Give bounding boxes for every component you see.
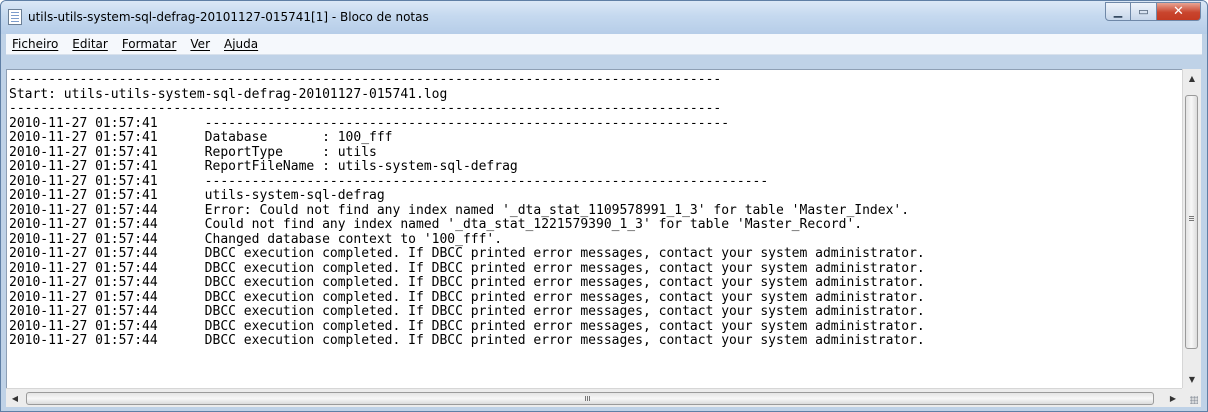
text-line: 2010-11-27 01:57:41 ReportType : utils	[9, 144, 377, 160]
horizontal-grip-icon	[585, 396, 586, 401]
vertical-grip-icon	[1189, 216, 1194, 217]
text-line: 2010-11-27 01:57:41 --------------------…	[9, 115, 730, 131]
text-line: 2010-11-27 01:57:44 DBCC execution compl…	[9, 304, 925, 319]
text-line: 2010-11-27 01:57:44 DBCC execution compl…	[9, 260, 925, 276]
vertical-scrollbar[interactable]: ▲ ▼	[1182, 69, 1201, 388]
scroll-down-icon[interactable]: ▼	[1183, 370, 1201, 388]
text-line: 2010-11-27 01:57:41 ReportFileName : uti…	[9, 159, 518, 174]
menu-formatar[interactable]: Formatar	[114, 37, 183, 51]
menu-editar[interactable]: Editar	[64, 37, 114, 51]
text-line: 2010-11-27 01:57:44 DBCC execution compl…	[9, 275, 925, 290]
text-line: 2010-11-27 01:57:44 Could not find any i…	[9, 217, 863, 232]
text-line: 2010-11-27 01:57:41 --------------------…	[9, 173, 769, 189]
caption-buttons: ▁ ▭ ✕	[1105, 2, 1201, 21]
horizontal-scrollbar[interactable]: ◀ ▶	[6, 388, 1182, 407]
text-line: 2010-11-27 01:57:44 DBCC execution compl…	[9, 246, 925, 261]
minimize-icon: ▁	[1113, 5, 1123, 18]
editor-text[interactable]: ----------------------------------------…	[9, 72, 925, 349]
text-line: 2010-11-27 01:57:44 DBCC execution compl…	[9, 318, 925, 334]
text-line: Start: utils-utils-system-sql-defrag-201…	[9, 86, 448, 102]
title-bar[interactable]: utils-utils-system-sql-defrag-20101127-0…	[1, 1, 1207, 34]
close-icon: ✕	[1173, 4, 1184, 19]
resize-grip-icon[interactable]	[1182, 388, 1201, 407]
menu-ver[interactable]: Ver	[182, 37, 216, 51]
horizontal-scroll-thumb[interactable]	[26, 392, 1154, 405]
minimize-button[interactable]: ▁	[1105, 2, 1131, 21]
maximize-icon: ▭	[1138, 5, 1149, 18]
text-line: 2010-11-27 01:57:44 DBCC execution compl…	[9, 289, 925, 305]
scroll-left-icon[interactable]: ◀	[6, 389, 24, 407]
text-line: 2010-11-27 01:57:44 DBCC execution compl…	[9, 333, 925, 348]
menu-ajuda[interactable]: Ajuda	[216, 37, 264, 51]
text-line: 2010-11-27 01:57:41 utils-system-sql-def…	[9, 188, 385, 203]
scroll-right-icon[interactable]: ▶	[1164, 389, 1182, 407]
notepad-window: utils-utils-system-sql-defrag-20101127-0…	[0, 0, 1208, 412]
scroll-up-icon[interactable]: ▲	[1183, 69, 1201, 87]
text-line: ----------------------------------------…	[9, 72, 722, 87]
text-line: 2010-11-27 01:57:41 Database : 100_fff	[9, 130, 393, 145]
window-title: utils-utils-system-sql-defrag-20101127-0…	[28, 10, 429, 24]
menu-ficheiro[interactable]: Ficheiro	[6, 37, 64, 51]
notepad-icon[interactable]	[8, 9, 22, 25]
text-line: 2010-11-27 01:57:44 Changed database con…	[9, 231, 503, 247]
text-editor[interactable]: ----------------------------------------…	[6, 69, 1183, 388]
text-line: ----------------------------------------…	[9, 101, 722, 116]
maximize-button[interactable]: ▭	[1131, 2, 1157, 21]
vertical-scroll-thumb[interactable]	[1185, 95, 1198, 349]
text-line: 2010-11-27 01:57:44 Error: Could not fin…	[9, 202, 910, 218]
close-button[interactable]: ✕	[1157, 2, 1201, 21]
menu-bar: Ficheiro Editar Formatar Ver Ajuda	[6, 34, 1202, 55]
